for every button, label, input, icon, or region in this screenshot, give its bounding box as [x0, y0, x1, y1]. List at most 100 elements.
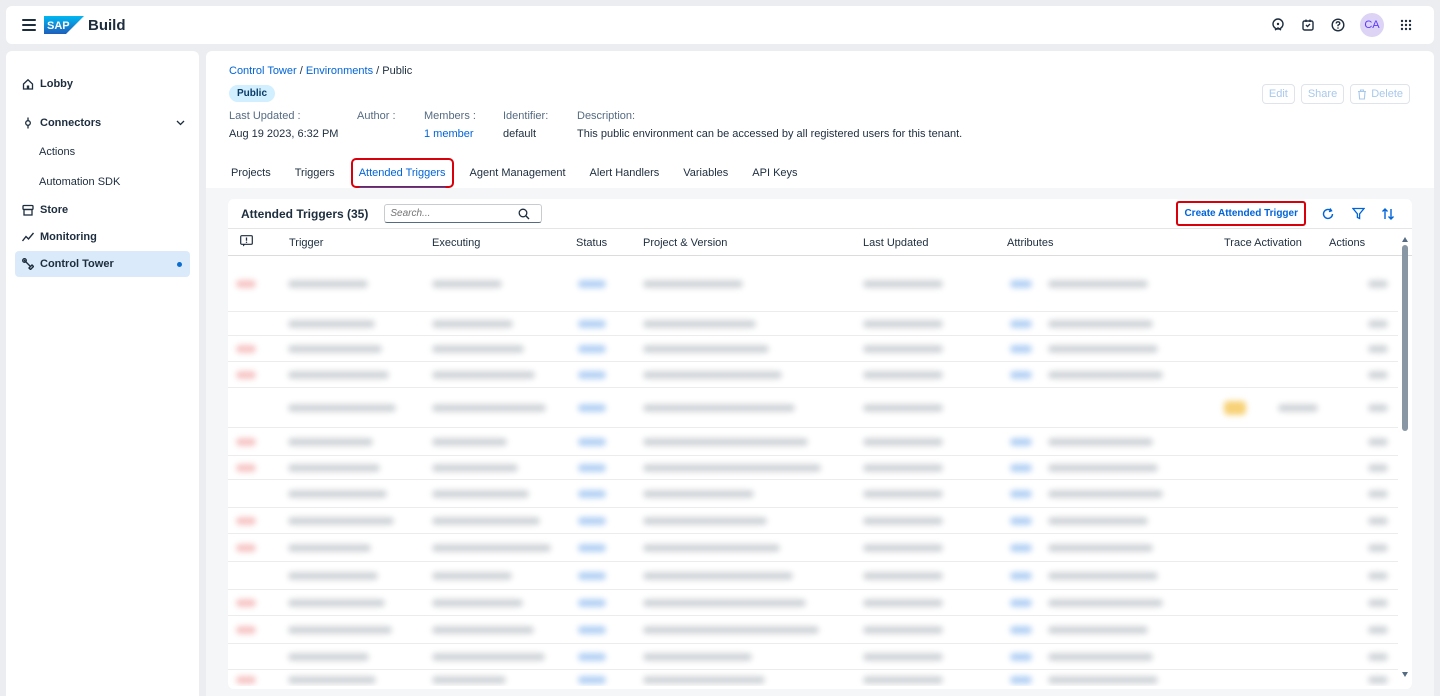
- meta-label: Members :: [424, 110, 476, 122]
- tab-alert-handlers[interactable]: Alert Handlers: [590, 160, 660, 186]
- column-header-trace-activation[interactable]: Trace Activation: [1224, 237, 1302, 249]
- column-header-executing[interactable]: Executing: [432, 237, 480, 249]
- delete-icon: [1358, 88, 1367, 100]
- obscured-cell: [1048, 320, 1153, 328]
- sort-icon[interactable]: [1380, 206, 1396, 222]
- obscured-cell: [288, 371, 389, 379]
- search-field[interactable]: [384, 204, 543, 223]
- tab-api-keys[interactable]: API Keys: [752, 160, 797, 186]
- obscured-cell: [578, 280, 606, 288]
- obscured-cell: [288, 345, 382, 353]
- obscured-cell: [1010, 599, 1032, 607]
- obscured-cell: [643, 371, 782, 379]
- column-header-status[interactable]: Status: [576, 237, 607, 249]
- obscured-cell: [288, 280, 368, 288]
- grid-icon[interactable]: [1398, 17, 1414, 33]
- scroll-up-icon[interactable]: [1402, 237, 1408, 242]
- help-icon[interactable]: [1330, 17, 1346, 33]
- obscured-cell: [578, 572, 606, 580]
- nav-item-lobby[interactable]: Lobby: [6, 71, 199, 97]
- control-tower-icon: [22, 258, 34, 270]
- hamburger-icon[interactable]: [22, 19, 36, 31]
- obscured-cell: [432, 676, 506, 684]
- home-icon: [22, 78, 34, 90]
- sap-logo[interactable]: SAP: [44, 16, 84, 34]
- obscured-cell: [288, 464, 380, 472]
- table-row[interactable]: [228, 670, 1398, 686]
- obscured-cell: [1368, 280, 1388, 288]
- table-row[interactable]: [228, 590, 1398, 616]
- obscured-cell: [1010, 517, 1032, 525]
- table-row[interactable]: [228, 312, 1398, 336]
- breadcrumb-control-tower[interactable]: Control Tower: [229, 65, 297, 77]
- table-toolbar: Attended Triggers (35) Create Attended T…: [228, 199, 1412, 229]
- avatar[interactable]: CA: [1360, 13, 1384, 37]
- refresh-icon[interactable]: [1320, 206, 1336, 222]
- delete-button[interactable]: Delete: [1350, 84, 1410, 104]
- table-row[interactable]: [228, 508, 1398, 534]
- nav-item-connectors[interactable]: Connectors: [6, 110, 199, 136]
- obscured-cell: [288, 320, 375, 328]
- members-link[interactable]: 1 member: [424, 128, 503, 140]
- column-header-attributes[interactable]: Attributes: [1007, 237, 1053, 249]
- obscured-cell: [1010, 572, 1032, 580]
- edit-button[interactable]: Edit: [1261, 84, 1295, 104]
- nav-item-actions[interactable]: Actions: [6, 137, 199, 167]
- create-attended-trigger-button[interactable]: Create Attended Trigger: [1176, 201, 1306, 226]
- meta-author: Author :: [357, 110, 424, 140]
- filter-icon[interactable]: [1350, 206, 1366, 222]
- scroll-thumb[interactable]: [1402, 245, 1408, 431]
- table-row[interactable]: [228, 644, 1398, 670]
- breadcrumb-separator: /: [296, 65, 306, 77]
- table-row[interactable]: [228, 336, 1398, 362]
- column-header-last-updated[interactable]: Last Updated: [863, 237, 928, 249]
- nav-item-store[interactable]: Store: [6, 197, 199, 223]
- obscured-cell: [863, 404, 943, 412]
- obscured-cell: [236, 626, 256, 634]
- obscured-cell: [1048, 438, 1153, 446]
- obscured-cell: [1010, 544, 1032, 552]
- tab-triggers[interactable]: Triggers: [295, 160, 335, 186]
- table-row[interactable]: [228, 616, 1398, 644]
- obscured-cell: [1368, 572, 1388, 580]
- obscured-cell: [643, 572, 793, 580]
- obscured-cell: [1010, 676, 1032, 684]
- nav-item-label: Monitoring: [40, 231, 97, 243]
- nav-item-control-tower[interactable]: Control Tower: [15, 251, 190, 277]
- store-icon: [22, 204, 34, 216]
- nav-item-automation-sdk[interactable]: Automation SDK: [6, 167, 199, 197]
- share-button[interactable]: Share: [1300, 84, 1345, 104]
- obscured-cell: [1368, 404, 1388, 412]
- column-header-project-version[interactable]: Project & Version: [643, 237, 727, 249]
- search-input[interactable]: [390, 208, 519, 219]
- tab-variables[interactable]: Variables: [683, 160, 728, 186]
- tab-attended-triggers[interactable]: Attended Triggers: [350, 158, 454, 190]
- tab-agent-management[interactable]: Agent Management: [470, 160, 566, 186]
- column-header-trigger[interactable]: Trigger: [289, 237, 323, 249]
- obscured-cell: [863, 345, 943, 353]
- info-icon: [240, 235, 253, 250]
- table-row[interactable]: [228, 534, 1398, 562]
- obscured-cell: [863, 572, 943, 580]
- environment-meta: Last Updated : Aug 19 2023, 6:32 PM Auth…: [229, 110, 1434, 140]
- obscured-cell: [578, 544, 606, 552]
- table-row[interactable]: [228, 562, 1398, 590]
- table-row[interactable]: [228, 256, 1398, 312]
- obscured-cell: [643, 320, 756, 328]
- breadcrumb-environments[interactable]: Environments: [306, 65, 373, 77]
- chevron-down-icon[interactable]: [176, 117, 185, 129]
- vertical-scrollbar[interactable]: [1402, 237, 1408, 677]
- assistant-icon[interactable]: [1270, 17, 1286, 33]
- tab-projects[interactable]: Projects: [231, 160, 271, 186]
- table-row[interactable]: [228, 480, 1398, 508]
- column-header-actions[interactable]: Actions: [1329, 237, 1365, 249]
- tab-bar: Projects Triggers Attended Triggers Agen…: [231, 158, 822, 190]
- notification-icon[interactable]: [1300, 17, 1316, 33]
- table-row[interactable]: [228, 428, 1398, 456]
- table-row[interactable]: [228, 362, 1398, 388]
- nav-item-monitoring[interactable]: Monitoring: [6, 224, 199, 250]
- search-icon[interactable]: [518, 208, 530, 220]
- scroll-down-icon[interactable]: [1402, 672, 1408, 677]
- table-row[interactable]: [228, 388, 1398, 428]
- table-row[interactable]: [228, 456, 1398, 480]
